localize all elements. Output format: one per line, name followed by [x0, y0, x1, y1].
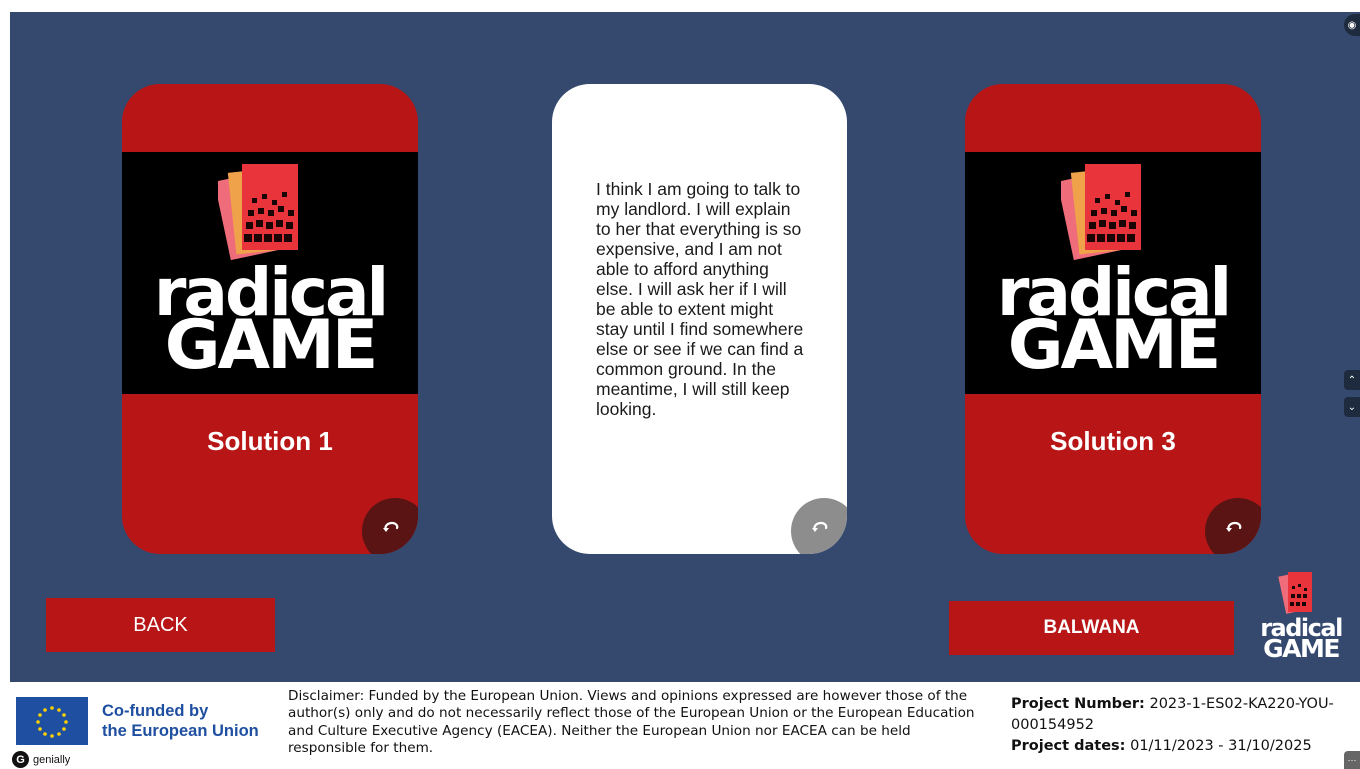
flip-icon: [1226, 521, 1242, 532]
solution-card-1[interactable]: radical GAME Solution 1: [122, 84, 418, 554]
project-dates-value: 01/11/2023 - 31/10/2025: [1125, 738, 1312, 754]
chevron-down-icon: ⌄: [1347, 401, 1357, 413]
card-deck-icon: [1278, 572, 1312, 614]
solution-card-3[interactable]: radical GAME Solution 3: [965, 84, 1261, 554]
flip-icon: [383, 521, 399, 532]
eu-cofunded-text: Co-funded by the European Union: [102, 701, 259, 741]
balwana-button[interactable]: BALWANA: [949, 601, 1234, 655]
solution-text: I think I am going to talk to my landlor…: [596, 179, 804, 419]
radical-game-mini-logo: radical GAME: [1256, 568, 1346, 668]
card-label: Solution 3: [1050, 426, 1176, 456]
chat-icon: ⋯: [1347, 754, 1357, 765]
eu-line-1: Co-funded by: [102, 702, 209, 720]
chevron-up-icon: ⌃: [1347, 374, 1357, 386]
card-label: Solution 1: [207, 426, 333, 456]
back-button[interactable]: BACK: [46, 598, 275, 652]
chat-button[interactable]: ⋯: [1344, 751, 1360, 769]
logo-word-game: GAME: [164, 306, 379, 385]
scroll-down-button[interactable]: ⌄: [1344, 397, 1360, 417]
eu-line-2: the European Union: [102, 722, 259, 740]
project-dates-label: Project dates:: [1011, 738, 1126, 754]
project-number-label: Project Number:: [1011, 696, 1145, 712]
card-logo-band: radical GAME: [965, 152, 1261, 394]
eye-button[interactable]: ◉: [1344, 14, 1360, 36]
genially-badge[interactable]: G genially: [12, 751, 70, 768]
logo-word-game: GAME: [1263, 634, 1340, 663]
flip-card-button[interactable]: [362, 498, 418, 554]
card-deck-icon: [1061, 164, 1141, 261]
game-stage: radical GAME Solution 1 I think I am goi…: [10, 12, 1360, 682]
card-logo-band: radical GAME: [122, 152, 418, 394]
project-number-line: Project Number: 2023-1-ES02-KA220-YOU-00…: [1011, 694, 1351, 736]
project-info: Project Number: 2023-1-ES02-KA220-YOU-00…: [1011, 694, 1351, 757]
eu-stars-icon: [36, 706, 68, 738]
flip-card-button[interactable]: [1205, 498, 1261, 554]
card-deck-icon: [218, 164, 298, 261]
flip-card-button[interactable]: [791, 498, 847, 554]
solution-card-2[interactable]: I think I am going to talk to my landlor…: [552, 84, 847, 554]
flip-icon: [812, 521, 828, 532]
genially-icon: G: [12, 751, 29, 768]
eye-icon: ◉: [1347, 19, 1357, 31]
logo-word-game: GAME: [1007, 306, 1222, 385]
project-dates-line: Project dates: 01/11/2023 - 31/10/2025: [1011, 736, 1351, 757]
genially-label: genially: [33, 753, 71, 766]
disclaimer-text: Disclaimer: Funded by the European Union…: [288, 688, 975, 756]
eu-flag: [16, 697, 88, 745]
scroll-up-button[interactable]: ⌃: [1344, 370, 1360, 390]
